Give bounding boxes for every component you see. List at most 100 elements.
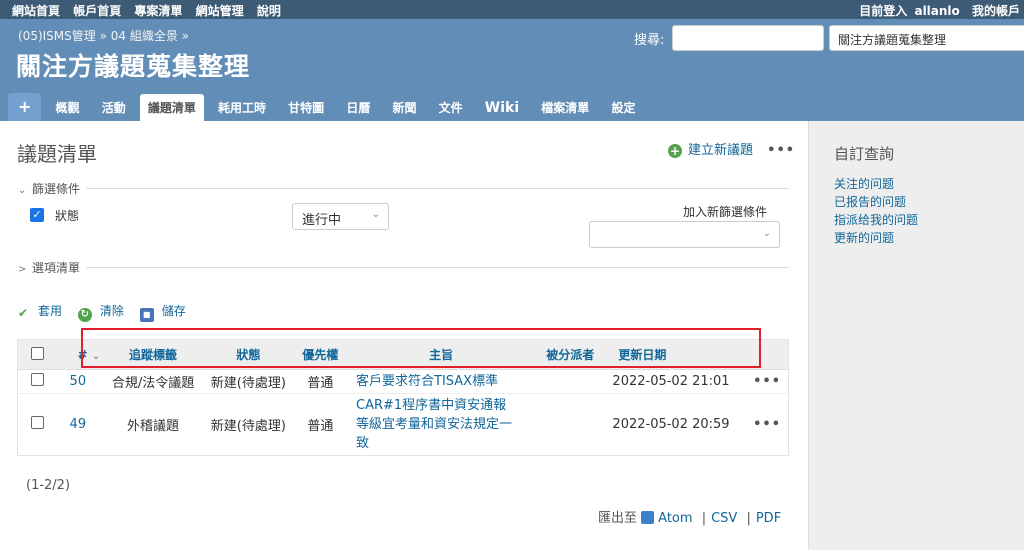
- issue-subject-link[interactable]: 客戶要求符合TISAX標準: [356, 374, 498, 389]
- sidebar-item-reported: 已报告的问题: [834, 193, 918, 211]
- apply-label: 套用: [38, 304, 63, 318]
- export-label: 匯出至: [598, 511, 638, 526]
- row-checkbox[interactable]: [31, 416, 45, 429]
- top-link-home[interactable]: 網站首頁: [12, 4, 60, 18]
- chevron-down-icon: ⌄: [371, 209, 380, 220]
- table-row[interactable]: 50 合規/法令議題 新建(待處理) 普通 客戶要求符合TISAX標準 2022…: [17, 369, 789, 394]
- issue-tracker: 合規/法令議題: [100, 369, 206, 394]
- sidebar-item-watched: 关注的问题: [834, 175, 918, 193]
- tab-issues[interactable]: 議題清單: [139, 94, 204, 122]
- project-title: 關注方議題蒐集整理: [16, 52, 251, 81]
- tab-documents[interactable]: 文件: [431, 94, 471, 122]
- status-operator-value: 進行中: [302, 213, 342, 228]
- export-links: 匯出至 Atom | CSV | PDF: [598, 507, 781, 526]
- annotation-highlight-box: [81, 328, 761, 368]
- issue-subject: 客戶要求符合TISAX標準: [350, 369, 533, 394]
- options-legend-label: 選項清單: [32, 261, 81, 275]
- page-title: 議題清單: [17, 142, 97, 166]
- sidebar-item-updated: 更新的问题: [834, 229, 918, 247]
- row-select-cell: [18, 394, 58, 456]
- chevron-right-icon: >: [18, 264, 27, 275]
- new-object-button[interactable]: +: [8, 93, 42, 121]
- issue-updated: 2022-05-02 21:01: [608, 369, 747, 394]
- separator: |: [746, 511, 751, 526]
- tab-settings[interactable]: 設定: [603, 94, 643, 122]
- issue-id: 49: [58, 394, 100, 456]
- new-issue-area: + 建立新議題 •••: [668, 139, 795, 158]
- account-area: 目前登入 allanlo 我的帳戶: [851, 2, 1020, 19]
- breadcrumb[interactable]: (05)ISMS管理 » 04 組織全景 »: [18, 27, 189, 44]
- row-checkbox[interactable]: [31, 373, 45, 386]
- row-actions[interactable]: •••: [746, 369, 789, 394]
- more-icon: •••: [753, 417, 782, 432]
- tab-wiki[interactable]: Wiki: [477, 94, 527, 122]
- add-filter-label: 加入新篩選條件: [683, 205, 768, 219]
- project-jump-select[interactable]: 關注方議題蒐集整理: [829, 25, 1024, 51]
- issue-id: 50: [57, 369, 101, 394]
- apply-button[interactable]: ✔ 套用: [16, 304, 63, 320]
- select-all-checkbox[interactable]: [31, 346, 45, 360]
- chevron-down-icon: ⌄: [18, 185, 27, 196]
- row-actions[interactable]: •••: [746, 394, 788, 456]
- query-buttons: ✔ 套用 ↻ 清除 ■ 儲存: [16, 302, 198, 322]
- chevron-down-icon: ⌄: [762, 228, 771, 239]
- issue-status: 新建(待處理): [206, 369, 291, 394]
- export-csv-link[interactable]: CSV: [711, 511, 737, 526]
- status-filter-label: 狀態: [55, 209, 80, 223]
- logged-in-user[interactable]: allanlo: [914, 4, 959, 18]
- sidebar-link-watched[interactable]: 关注的问题: [834, 177, 894, 191]
- add-icon: +: [668, 144, 682, 158]
- separator: |: [701, 511, 707, 526]
- tab-calendar[interactable]: 日曆: [338, 94, 378, 122]
- top-link-my-page[interactable]: 帳戶首頁: [73, 4, 121, 18]
- tab-files[interactable]: 檔案清單: [533, 94, 597, 122]
- issue-assignee: [532, 369, 609, 394]
- logged-in-label: 目前登入: [859, 4, 908, 18]
- issue-id-link[interactable]: 50: [70, 374, 87, 389]
- select-all-cell: [17, 339, 58, 370]
- filters-legend[interactable]: ⌄ 篩選條件: [18, 180, 87, 197]
- save-icon: ■: [139, 308, 154, 322]
- sidebar-link-updated[interactable]: 更新的问题: [834, 231, 894, 245]
- top-link-help[interactable]: 說明: [257, 4, 281, 18]
- save-button[interactable]: ■ 儲存: [139, 304, 186, 322]
- issue-id-link[interactable]: 49: [70, 417, 87, 432]
- search-input[interactable]: [672, 25, 824, 51]
- options-divider: [17, 267, 789, 268]
- clear-button[interactable]: ↻ 清除: [77, 304, 124, 322]
- issue-tracker: 外稽議題: [127, 419, 180, 434]
- sidebar-link-assigned[interactable]: 指派给我的问题: [834, 213, 918, 227]
- top-link-admin[interactable]: 網站管理: [196, 4, 244, 18]
- search-label: 搜尋:: [634, 33, 665, 48]
- issue-status: 新建(待處理): [210, 419, 286, 434]
- feed-icon: [641, 511, 655, 524]
- sidebar-link-reported[interactable]: 已报告的问题: [834, 195, 906, 209]
- tab-gantt[interactable]: 甘特圖: [280, 94, 332, 122]
- my-account-link[interactable]: 我的帳戶: [972, 4, 1020, 18]
- table-row[interactable]: 49 外稽議題 新建(待處理) 普通 CAR#1程序書中資安通報等級宜考量和資安…: [18, 394, 789, 456]
- issue-assignee: [532, 394, 608, 456]
- more-actions-icon[interactable]: •••: [767, 143, 795, 158]
- save-label: 儲存: [161, 304, 186, 318]
- sidebar-title: 自訂查詢: [834, 145, 895, 163]
- filters-legend-label: 篩選條件: [32, 182, 81, 196]
- add-filter-select[interactable]: ⌄: [589, 221, 780, 248]
- new-issue-link[interactable]: 建立新議題: [688, 143, 753, 158]
- row-select-cell: [17, 369, 58, 394]
- tab-time-entries[interactable]: 耗用工時: [210, 94, 274, 122]
- sidebar: 自訂查詢 关注的问题 已报告的问题 指派给我的问题 更新的问题: [808, 121, 1024, 550]
- custom-queries-list: 关注的问题 已报告的问题 指派给我的问题 更新的问题: [834, 175, 918, 247]
- export-pdf-link[interactable]: PDF: [756, 511, 781, 526]
- status-filter-checkbox[interactable]: ✓: [30, 208, 44, 222]
- export-atom-link[interactable]: Atom: [658, 511, 692, 526]
- issue-subject-link[interactable]: CAR#1程序書中資安通報等級宜考量和資安法規定一致: [356, 396, 518, 453]
- top-menu-left: 網站首頁 帳戶首頁 專案清單 網站管理 說明: [12, 2, 290, 19]
- tab-news[interactable]: 新聞: [384, 94, 424, 122]
- status-operator-select[interactable]: 進行中 ⌄: [292, 203, 389, 230]
- tab-activity[interactable]: 活動: [94, 94, 134, 122]
- clear-label: 清除: [99, 304, 124, 318]
- options-legend[interactable]: > 選項清單: [18, 259, 87, 276]
- tab-overview[interactable]: 概觀: [48, 94, 88, 122]
- more-icon: •••: [753, 374, 782, 389]
- top-link-projects[interactable]: 專案清單: [134, 4, 182, 18]
